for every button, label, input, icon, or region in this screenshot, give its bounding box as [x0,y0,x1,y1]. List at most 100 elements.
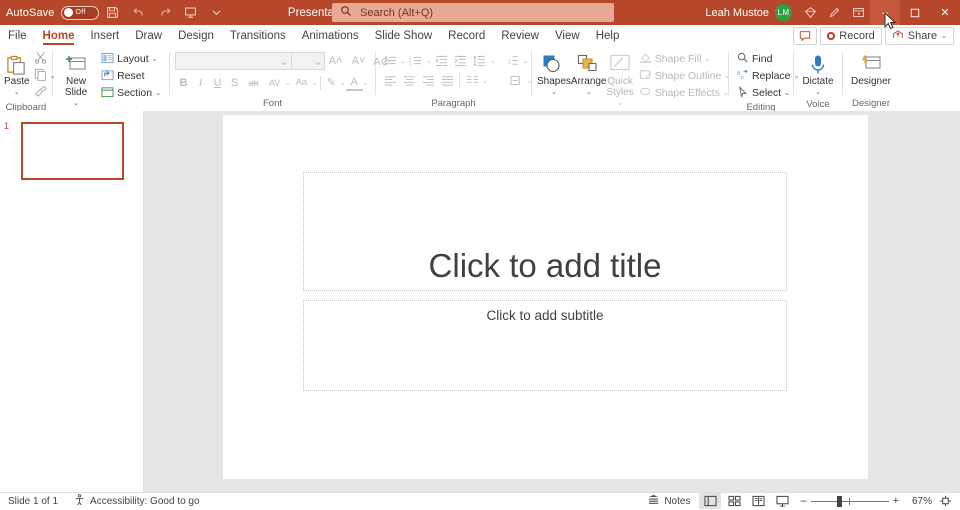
close-button[interactable]: ✕ [930,0,960,25]
shape-outline-button[interactable]: Shape Outline ⌄ [636,68,733,84]
tab-design[interactable]: Design [170,25,222,46]
increase-font-size-button[interactable]: A˄ [325,53,346,70]
font-name-input[interactable] [175,52,293,70]
notes-button[interactable]: Notes [640,493,697,510]
justify-button[interactable] [438,72,456,89]
slide-sorter-button[interactable] [723,493,745,509]
columns-caret-icon[interactable]: ⌄ [482,77,488,85]
ribbon-display-options-icon[interactable] [846,2,870,24]
autosave-toggle[interactable]: Off [60,5,99,20]
slide-show-button[interactable] [771,493,793,509]
tab-file[interactable]: File [0,25,35,46]
tab-help[interactable]: Help [588,25,628,46]
slide-thumbnail-1[interactable] [21,122,124,180]
minimize-button[interactable]: – [870,0,900,25]
shape-effects-button[interactable]: Shape Effects ⌄ [636,85,733,101]
align-text-button[interactable] [508,72,526,89]
user-name[interactable]: Leah Mustoe [705,7,769,19]
font-color-button[interactable]: A [345,74,363,91]
tab-draw[interactable]: Draw [127,25,170,46]
layout-button[interactable]: Layout ⌄ [98,51,164,67]
tab-slide-show[interactable]: Slide Show [367,25,441,46]
customize-quick-access-toolbar-icon[interactable] [205,2,229,24]
tab-transitions[interactable]: Transitions [222,25,294,46]
start-presentation-icon[interactable] [179,2,203,24]
shapes-button[interactable]: Shapes ⌄ [537,50,571,98]
quick-styles-button[interactable]: Quick Styles ⌄ [607,50,634,109]
find-button[interactable]: Find [734,51,802,67]
character-spacing-button[interactable]: AV [264,74,285,91]
undo-icon[interactable] [127,2,151,24]
share-button[interactable]: Share ⌄ [884,26,954,45]
reading-view-button[interactable] [747,493,769,509]
select-button[interactable]: Select ⌄ [734,85,802,101]
change-case-button[interactable]: Aa [291,74,312,91]
columns-button[interactable] [463,72,481,89]
tab-review[interactable]: Review [493,25,547,46]
tab-record[interactable]: Record [440,25,493,46]
center-button[interactable] [400,72,418,89]
tab-home[interactable]: Home [35,25,83,46]
microsoft-365-diamond-icon[interactable] [798,2,822,24]
maximize-button[interactable] [900,0,930,25]
title-placeholder[interactable]: Click to add title [303,172,787,291]
reset-button[interactable]: Reset [98,68,164,84]
comments-icon[interactable] [793,26,818,45]
change-case-caret-icon[interactable]: ⌄ [312,79,318,87]
zoom-level[interactable]: 67% [906,496,932,507]
save-icon[interactable] [101,2,125,24]
avatar[interactable]: LM [775,4,792,21]
shape-fill-button[interactable]: Shape Fill ⌄ [636,51,733,67]
tab-view[interactable]: View [547,25,588,46]
numbering-button[interactable]: 123 [407,52,425,69]
fit-to-window-button[interactable] [934,493,956,509]
bullets-button[interactable] [381,52,399,69]
numbering-caret-icon[interactable]: ⌄ [426,57,432,65]
ribbon-group-editing: Find ac Replace ⌄ Select ⌄ Editing [729,47,799,113]
text-direction-button[interactable]: ↕ [504,52,522,69]
align-right-button[interactable] [419,72,437,89]
zoom-out-button[interactable]: – [800,495,806,507]
new-slide-button[interactable]: New Slide ⌄ [58,50,94,109]
underline-button[interactable]: U [209,74,226,91]
accessibility-status[interactable]: Accessibility: Good to go [66,493,208,510]
section-button[interactable]: Section ⌄ [98,85,164,101]
zoom-slider[interactable]: – + [795,495,904,507]
arrange-button[interactable]: Arrange ⌄ [571,50,607,98]
zoom-handle[interactable] [836,495,842,507]
font-color-caret-icon[interactable]: ⌄ [363,79,369,87]
pen-icon[interactable] [822,2,846,24]
subtitle-placeholder[interactable]: Click to add subtitle [303,300,787,391]
slide-canvas[interactable]: Click to add title Click to add subtitle [223,115,868,479]
increase-indent-button[interactable] [452,52,470,69]
text-highlight-color-button[interactable]: ✎ [323,74,340,91]
italic-button[interactable]: I [192,74,209,91]
slide-count[interactable]: Slide 1 of 1 [0,493,66,510]
bold-button[interactable]: B [175,74,192,91]
redo-icon[interactable] [153,2,177,24]
decrease-font-size-button[interactable]: A˅ [348,53,369,70]
normal-view-button[interactable] [699,493,722,509]
align-left-button[interactable] [381,72,399,89]
dictate-button[interactable]: Dictate ⌄ [799,50,837,98]
decrease-indent-button[interactable] [433,52,451,69]
paste-button[interactable]: Paste ⌄ [4,50,30,98]
search-box[interactable]: Search (Alt+Q) [332,3,614,22]
zoom-in-button[interactable]: + [893,495,899,507]
text-shadow-button[interactable]: S [226,74,243,91]
strikethrough-button[interactable]: ab [243,74,264,91]
tab-insert[interactable]: Insert [82,25,127,46]
layout-caret-icon: ⌄ [151,56,158,63]
replace-button[interactable]: ac Replace ⌄ [734,68,802,84]
text-direction-caret-icon[interactable]: ⌄ [523,57,529,65]
bullets-caret-icon[interactable]: ⌄ [400,57,406,65]
font-size-caret-icon[interactable]: ⌄ [313,53,323,70]
tab-animations[interactable]: Animations [294,25,367,46]
line-spacing-button[interactable] [471,52,489,69]
font-name-caret-icon[interactable]: ⌄ [279,53,289,70]
slide-thumbnail-pane[interactable]: 1 [0,111,144,492]
record-button[interactable]: Record [820,26,882,45]
zoom-track[interactable] [810,495,889,507]
line-spacing-caret-icon[interactable]: ⌄ [490,57,496,65]
designer-button[interactable]: Designer [848,50,894,87]
